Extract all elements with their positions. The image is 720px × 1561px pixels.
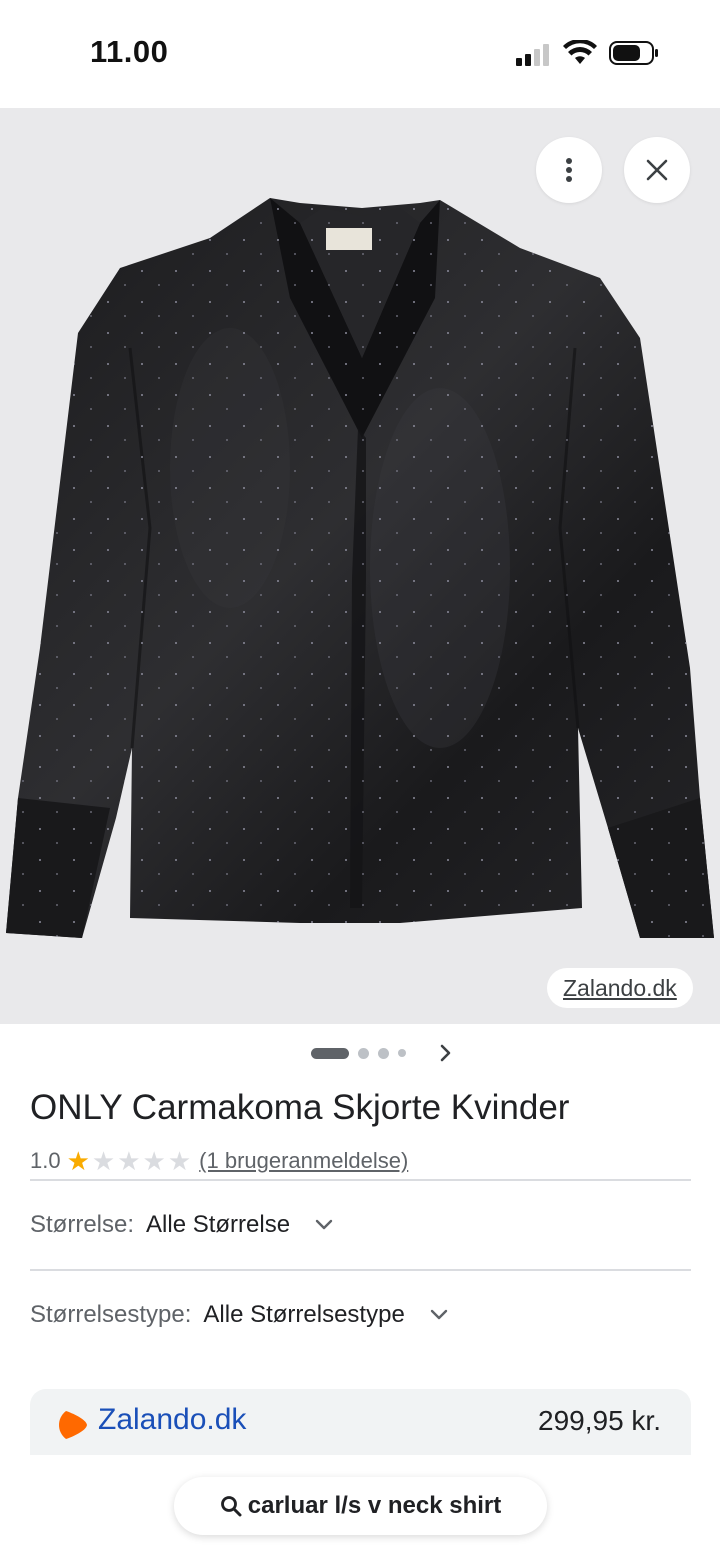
- star-empty-icon: ★: [142, 1146, 166, 1176]
- battery-icon: [609, 41, 658, 65]
- merchant-name[interactable]: Zalando.dk: [98, 1403, 246, 1437]
- carousel-dot[interactable]: [378, 1047, 389, 1059]
- rating-row: 1.0 ★ ★ ★ ★ ★ (1 brugeranmeldelse): [30, 1145, 408, 1177]
- star-empty-icon: ★: [91, 1146, 116, 1176]
- product-image: [6, 198, 714, 938]
- status-bar: 11.00: [0, 0, 720, 108]
- size-type-filter-value: Alle Størrelsestype: [203, 1301, 405, 1328]
- close-icon: [646, 159, 668, 181]
- close-button[interactable]: [624, 137, 690, 203]
- search-chip-query: carluar l/s v neck shirt: [247, 1492, 502, 1519]
- carousel-dot[interactable]: [358, 1047, 369, 1059]
- status-time: 11.00: [90, 34, 169, 69]
- product-title: ONLY Carmakoma Skjorte Kvinder: [30, 1088, 570, 1127]
- carousel-indicators: [311, 1046, 406, 1060]
- divider: [30, 1179, 691, 1181]
- star-filled-icon: ★: [66, 1146, 90, 1176]
- size-filter-value: Alle Størrelse: [146, 1211, 291, 1238]
- zalando-logo-icon: [59, 1411, 87, 1439]
- product-image-carousel[interactable]: Zalando.dk: [0, 108, 720, 1024]
- rating-stars: ★ ★ ★ ★ ★: [67, 1148, 192, 1174]
- merchant-offer[interactable]: Zalando.dk 299,95 kr.: [30, 1389, 691, 1459]
- cellular-signal-icon: [516, 42, 552, 66]
- divider: [30, 1269, 691, 1271]
- size-type-filter[interactable]: Størrelsestype: Alle Størrelsestype: [30, 1295, 449, 1335]
- image-source-link[interactable]: Zalando.dk: [547, 968, 693, 1008]
- search-chip[interactable]: carluar l/s v neck shirt: [174, 1477, 547, 1535]
- chevron-right-icon[interactable]: [434, 1040, 458, 1066]
- offer-price: 299,95 kr.: [538, 1405, 661, 1436]
- carousel-dot-active[interactable]: [311, 1047, 349, 1059]
- chevron-down-icon: [315, 1219, 333, 1230]
- carousel-dot[interactable]: [398, 1049, 406, 1057]
- size-type-filter-label: Størrelsestype:: [30, 1301, 192, 1328]
- wifi-icon: [563, 40, 597, 64]
- more-vert-icon: [566, 158, 572, 182]
- reviews-link[interactable]: (1 brugeranmeldelse): [199, 1148, 408, 1174]
- rating-value: 1.0: [30, 1148, 61, 1173]
- chevron-down-icon: [430, 1309, 447, 1320]
- star-empty-icon: ★: [167, 1146, 192, 1176]
- more-options-button[interactable]: [536, 137, 602, 203]
- search-icon: [220, 1496, 242, 1517]
- size-filter-label: Størrelse:: [30, 1211, 135, 1238]
- star-empty-icon: ★: [117, 1146, 141, 1176]
- size-filter[interactable]: Størrelse: Alle Størrelse: [30, 1205, 334, 1245]
